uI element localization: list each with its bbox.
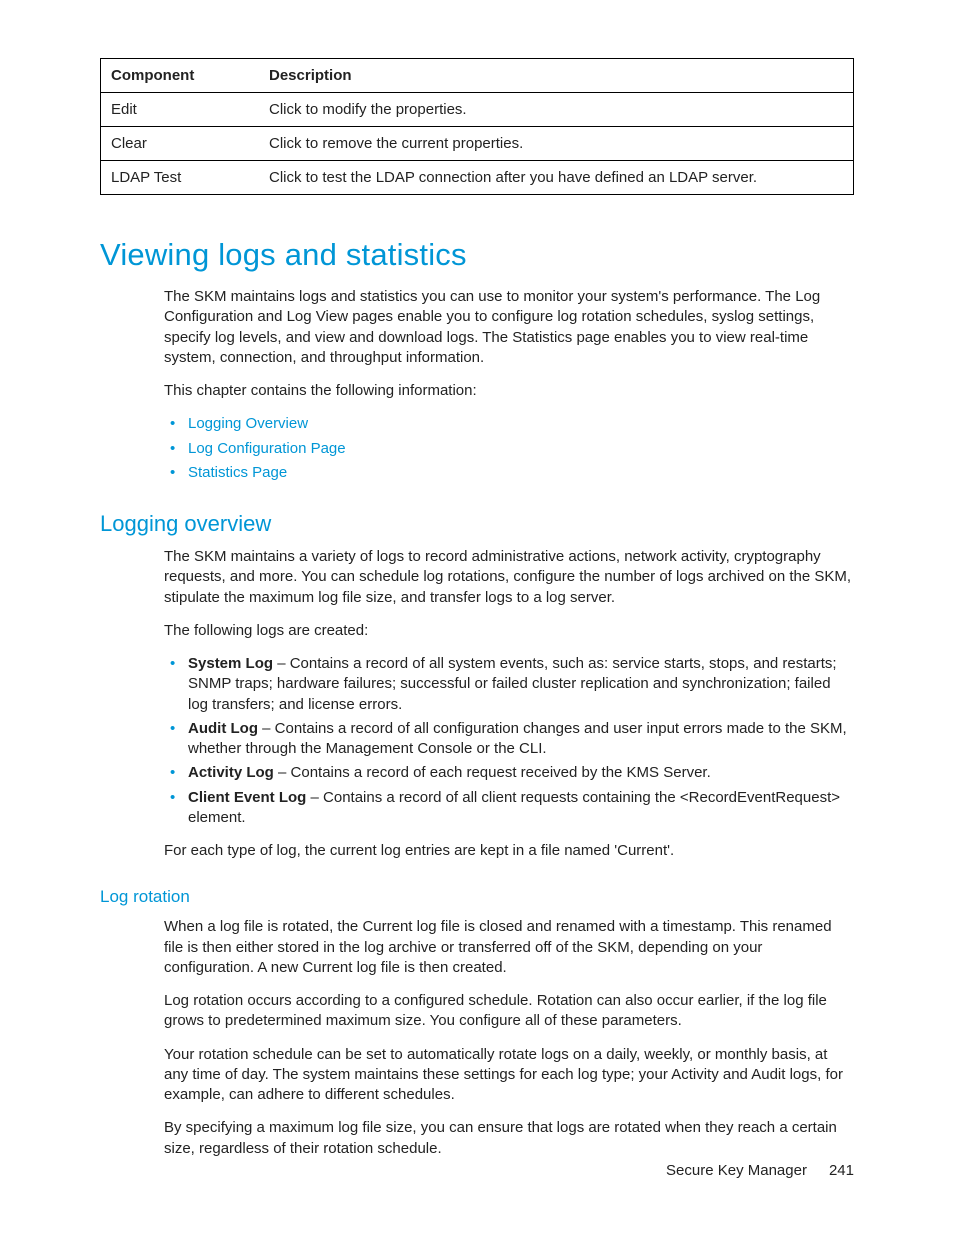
page-footer: Secure Key Manager 241 <box>666 1162 854 1179</box>
table-cell-description: Click to test the LDAP connection after … <box>259 161 854 195</box>
log-desc: – Contains a record of each request rece… <box>274 764 711 781</box>
heading-logging-overview: Logging overview <box>100 511 854 537</box>
list-item: System Log – Contains a record of all sy… <box>164 654 854 715</box>
list-item: Activity Log – Contains a record of each… <box>164 763 854 783</box>
link-statistics-page[interactable]: Statistics Page <box>188 464 287 481</box>
heading-viewing-logs: Viewing logs and statistics <box>100 237 854 273</box>
log-name: System Log <box>188 655 273 672</box>
chapter-contains-line: This chapter contains the following info… <box>164 381 854 401</box>
table-cell-description: Click to remove the current properties. <box>259 127 854 161</box>
table-header-component: Component <box>101 59 260 93</box>
log-rotation-para4: By specifying a maximum log file size, y… <box>164 1118 854 1159</box>
list-item: Audit Log – Contains a record of all con… <box>164 719 854 760</box>
table-cell-component: LDAP Test <box>101 161 260 195</box>
link-log-configuration-page[interactable]: Log Configuration Page <box>188 440 346 457</box>
table-cell-component: Clear <box>101 127 260 161</box>
intro-paragraph: The SKM maintains logs and statistics yo… <box>164 287 854 368</box>
table-cell-component: Edit <box>101 93 260 127</box>
list-item: Logging Overview <box>164 414 854 434</box>
list-item: Statistics Page <box>164 463 854 483</box>
log-types-list: System Log – Contains a record of all sy… <box>164 654 854 828</box>
log-name: Client Event Log <box>188 789 306 806</box>
link-logging-overview[interactable]: Logging Overview <box>188 415 308 432</box>
log-rotation-para3: Your rotation schedule can be set to aut… <box>164 1045 854 1106</box>
footer-title: Secure Key Manager <box>666 1162 807 1179</box>
logging-overview-para2: The following logs are created: <box>164 621 854 641</box>
list-item: Client Event Log – Contains a record of … <box>164 788 854 829</box>
log-desc: – Contains a record of all system events… <box>188 655 837 713</box>
component-table: Component Description Edit Click to modi… <box>100 58 854 195</box>
logging-overview-para1: The SKM maintains a variety of logs to r… <box>164 547 854 608</box>
table-header-description: Description <box>259 59 854 93</box>
log-rotation-para1: When a log file is rotated, the Current … <box>164 917 854 978</box>
log-name: Activity Log <box>188 764 274 781</box>
page-number: 241 <box>829 1162 854 1179</box>
heading-log-rotation: Log rotation <box>100 887 854 907</box>
list-item: Log Configuration Page <box>164 439 854 459</box>
logging-overview-para3: For each type of log, the current log en… <box>164 841 854 861</box>
table-cell-description: Click to modify the properties. <box>259 93 854 127</box>
log-rotation-para2: Log rotation occurs according to a confi… <box>164 991 854 1032</box>
chapter-link-list: Logging Overview Log Configuration Page … <box>164 414 854 483</box>
log-desc: – Contains a record of all configuration… <box>188 720 847 757</box>
log-name: Audit Log <box>188 720 258 737</box>
